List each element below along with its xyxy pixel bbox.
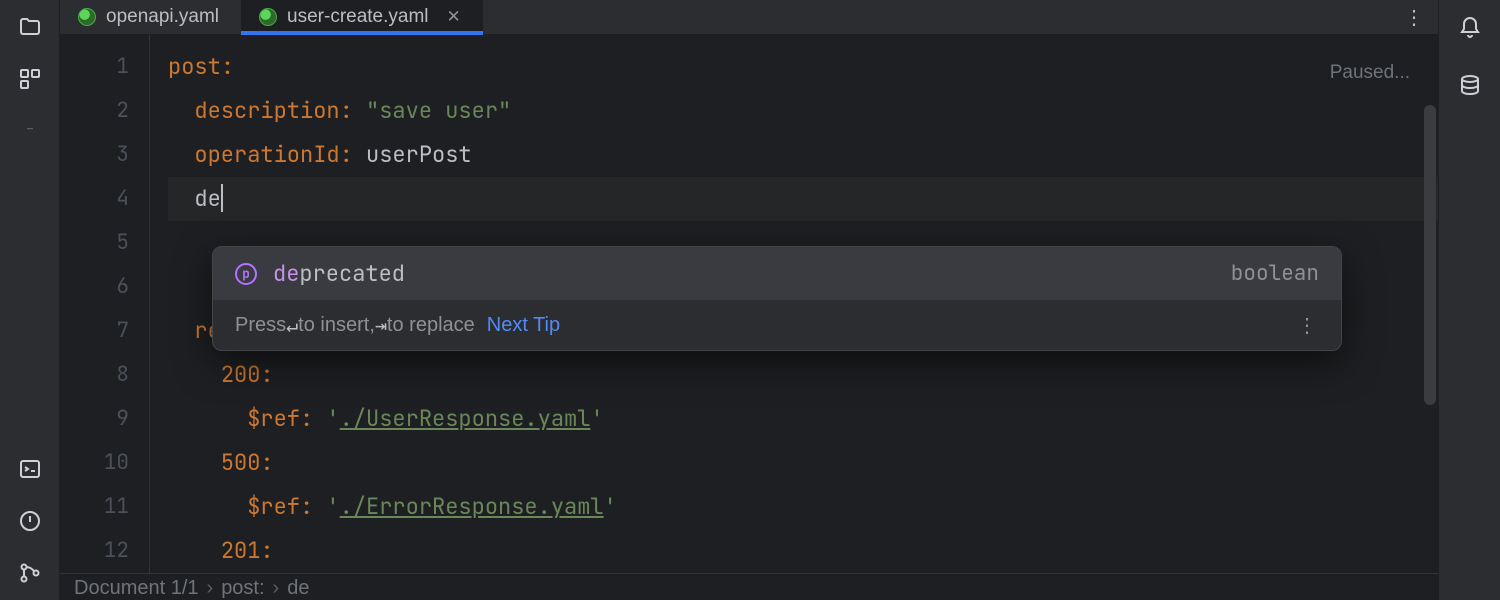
tab-user-create[interactable]: user-create.yaml ✕ (241, 0, 483, 34)
completion-type: boolean (1231, 260, 1319, 287)
vcs-icon[interactable] (17, 560, 43, 586)
database-icon[interactable] (1456, 72, 1484, 100)
tab-label: user-create.yaml (287, 6, 429, 28)
close-icon[interactable]: ✕ (447, 7, 461, 27)
activity-bar (0, 0, 60, 600)
completion-settings-icon[interactable]: ⋮ (1297, 313, 1319, 338)
tab-overflow-icon[interactable]: ⋮ (1390, 0, 1438, 34)
notifications-icon[interactable] (1456, 14, 1484, 42)
line-numbers: 123 456 789 101112 (60, 35, 150, 573)
property-icon: p (235, 263, 257, 285)
completion-popup: p deprecated boolean Press ↵ to insert, … (212, 246, 1342, 351)
next-tip-link[interactable]: Next Tip (487, 314, 560, 337)
tab-openapi[interactable]: openapi.yaml (60, 0, 241, 34)
terminal-icon[interactable] (17, 456, 43, 482)
editor-main: openapi.yaml user-create.yaml ✕ ⋮ Paused… (60, 0, 1438, 600)
vertical-scrollbar[interactable] (1424, 105, 1436, 405)
more-icon[interactable] (17, 118, 43, 144)
structure-icon[interactable] (17, 66, 43, 92)
problems-icon[interactable] (17, 508, 43, 534)
completion-hint: Press ↵ to insert, ⇥ to replace Next Tip… (213, 300, 1341, 350)
yaml-file-icon (78, 8, 96, 26)
right-toolbar (1438, 0, 1500, 600)
completion-label: deprecated (273, 259, 405, 288)
yaml-file-icon (259, 8, 277, 26)
editor-tabs: openapi.yaml user-create.yaml ✕ ⋮ (60, 0, 1438, 35)
completion-item-deprecated[interactable]: p deprecated boolean (213, 247, 1341, 300)
tab-label: openapi.yaml (106, 6, 219, 28)
breadcrumb[interactable]: Document 1/1›post:›de (60, 573, 1438, 600)
project-icon[interactable] (17, 14, 43, 40)
